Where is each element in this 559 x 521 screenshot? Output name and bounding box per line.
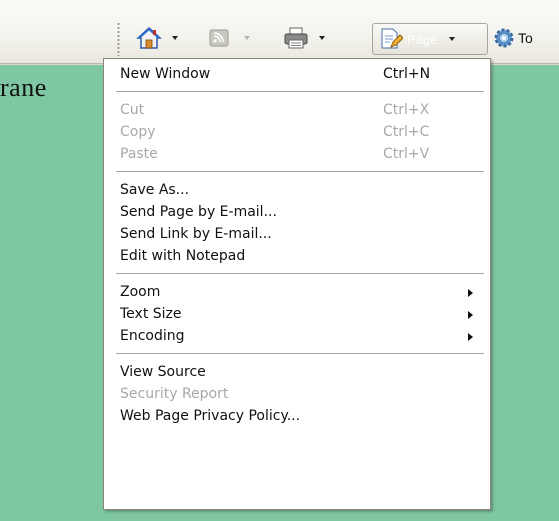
menu-item-label: Zoom xyxy=(120,284,161,300)
menu-item-security-report: Security Report xyxy=(104,383,490,405)
menu-item-label: Cut xyxy=(120,102,145,118)
print-dropdown-arrow[interactable] xyxy=(319,36,325,40)
menu-item-shortcut: Ctrl+V xyxy=(383,146,430,162)
menu-item-label: Copy xyxy=(120,124,156,140)
menu-item-encoding[interactable]: Encoding xyxy=(104,325,490,347)
menu-item-web-page-privacy-policy[interactable]: Web Page Privacy Policy... xyxy=(104,405,490,427)
command-bar: Page To xyxy=(0,0,559,65)
menu-item-label: Send Link by E-mail... xyxy=(120,226,272,242)
menu-item-send-link-by-e-mail[interactable]: Send Link by E-mail... xyxy=(104,223,490,245)
menu-item-label: Edit with Notepad xyxy=(120,248,246,264)
menu-item-label: Text Size xyxy=(120,306,182,322)
print-button[interactable] xyxy=(283,22,325,54)
menu-item-label: Encoding xyxy=(120,328,185,344)
home-button[interactable] xyxy=(136,22,178,54)
menu-item-shortcut: Ctrl+N xyxy=(383,66,431,82)
page-dropdown-arrow[interactable] xyxy=(449,37,456,41)
page-dropdown-menu: New Window Ctrl+N Cut Ctrl+X Copy Ctrl+C Paste… xyxy=(103,58,491,510)
menu-item-text-size[interactable]: Text Size xyxy=(104,303,490,325)
submenu-arrow-icon xyxy=(468,311,473,319)
menu-item-label: View Source xyxy=(120,364,206,380)
submenu-arrow-icon xyxy=(468,289,473,297)
menu-item-label: New Window xyxy=(120,66,211,82)
submenu-arrow-icon xyxy=(468,333,473,341)
menu-item-shortcut: Ctrl+X xyxy=(383,102,430,118)
page-menu-button[interactable]: Page xyxy=(372,23,488,55)
menu-separator xyxy=(116,91,484,92)
menu-item-send-page-by-e-mail[interactable]: Send Page by E-mail... xyxy=(104,201,490,223)
page-edit-icon xyxy=(381,28,403,49)
printer-icon xyxy=(284,27,308,49)
menu-separator xyxy=(116,273,484,274)
menu-separator xyxy=(116,171,484,172)
menu-item-label: Paste xyxy=(120,146,158,162)
rss-feed-icon xyxy=(209,29,229,47)
menu-item-view-source[interactable]: View Source xyxy=(104,361,490,383)
toolbar-grip[interactable] xyxy=(117,22,120,56)
gear-icon xyxy=(494,28,514,48)
menu-item-zoom[interactable]: Zoom xyxy=(104,281,490,303)
menu-item-label: Send Page by E-mail... xyxy=(120,204,277,220)
page-content-text: rane xyxy=(0,73,47,102)
menu-item-label: Save As... xyxy=(120,182,190,198)
menu-item-copy: Copy Ctrl+C xyxy=(104,121,490,143)
menu-separator xyxy=(116,353,484,354)
house-icon xyxy=(136,26,162,49)
feeds-button[interactable] xyxy=(208,22,250,54)
menu-item-cut: Cut Ctrl+X xyxy=(104,99,490,121)
tools-button-label: To xyxy=(518,30,533,46)
tools-button[interactable]: To xyxy=(493,22,533,54)
menu-item-shortcut: Ctrl+C xyxy=(383,124,430,140)
home-dropdown-arrow[interactable] xyxy=(172,36,178,40)
menu-item-save-as[interactable]: Save As... xyxy=(104,179,490,201)
menu-item-edit-with-notepad[interactable]: Edit with Notepad xyxy=(104,245,490,267)
menu-item-label: Security Report xyxy=(120,386,229,402)
page-button-label: Page xyxy=(407,31,438,47)
menu-item-paste: Paste Ctrl+V xyxy=(104,143,490,165)
menu-item-label: Web Page Privacy Policy... xyxy=(120,408,301,424)
menu-item-new-window[interactable]: New Window Ctrl+N xyxy=(104,63,490,85)
feeds-dropdown-arrow[interactable] xyxy=(244,36,250,40)
